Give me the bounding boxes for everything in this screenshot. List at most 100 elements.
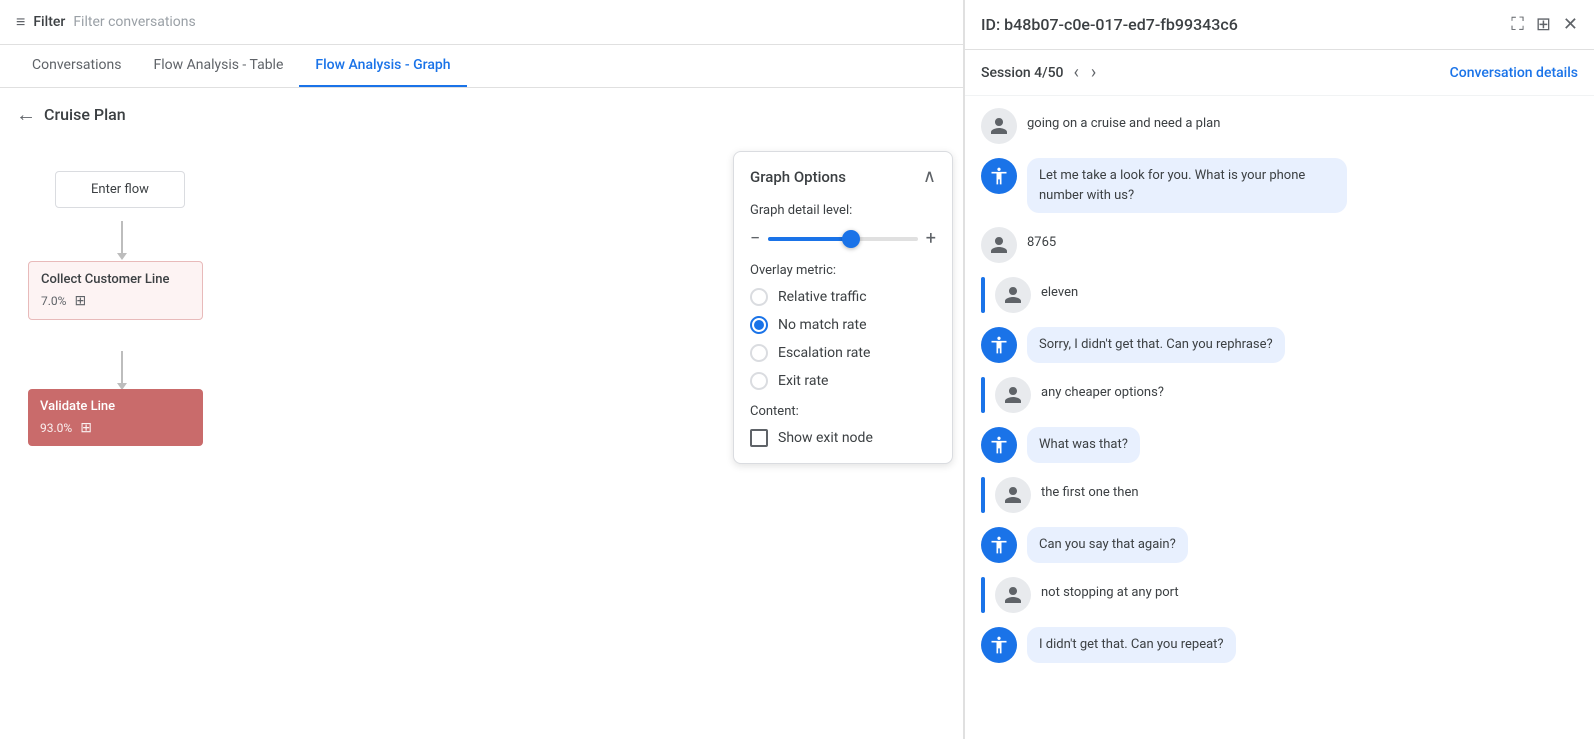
collapse-graph-options-button[interactable]: ∧ <box>923 166 936 187</box>
slider-thumb[interactable] <box>842 230 860 248</box>
right-panel: ID: b48b07-c0e-017-ed7-fb99343c6 ⛶ ⊞ ✕ S… <box>964 0 1594 739</box>
graph-options-panel: Graph Options ∧ Graph detail level: − + … <box>733 151 953 464</box>
escalation-bar <box>981 477 985 513</box>
radio-no-match-rate[interactable]: No match rate <box>750 316 936 334</box>
enter-flow-label: Enter flow <box>91 182 149 197</box>
session-prev-button[interactable]: ‹ <box>1072 60 1081 85</box>
radio-exit-rate[interactable]: Exit rate <box>750 372 936 390</box>
detail-level-slider[interactable] <box>768 237 917 241</box>
avatar <box>981 527 1017 563</box>
message-text: What was that? <box>1027 427 1140 463</box>
left-panel: ≡ Filter Filter conversations Conversati… <box>0 0 964 739</box>
slider-fill <box>768 237 850 241</box>
flow-area: Enter flow Collect Customer Line 7.0% ⊞ … <box>0 141 963 739</box>
filter-icon: ≡ <box>16 12 25 32</box>
validate-node-footer: 93.0% ⊞ <box>40 420 191 436</box>
panel-header-actions: ⛶ ⊞ ✕ <box>1511 14 1578 35</box>
tab-conversations[interactable]: Conversations <box>16 45 137 87</box>
breadcrumb: ← Cruise Plan <box>0 88 963 141</box>
session-next-button[interactable]: › <box>1089 60 1098 85</box>
back-arrow-icon[interactable]: ← <box>16 102 36 127</box>
radio-relative-traffic[interactable]: Relative traffic <box>750 288 936 306</box>
filter-bar: ≡ Filter Filter conversations <box>0 0 963 45</box>
message-row: What was that? <box>981 427 1578 463</box>
layout-icon[interactable]: ⊞ <box>1536 14 1551 35</box>
graph-options-body: Graph detail level: − + Overlay metric: … <box>734 203 952 463</box>
radio-label-relative-traffic: Relative traffic <box>778 289 867 305</box>
message-row: Can you say that again? <box>981 527 1578 563</box>
overlay-metric-radio-group: Relative traffic No match rate Escalatio… <box>750 288 936 390</box>
session-info: Session 4/50 ‹ › <box>981 60 1098 85</box>
radio-escalation-rate[interactable]: Escalation rate <box>750 344 936 362</box>
message-text: Can you say that again? <box>1027 527 1188 563</box>
message-row: 8765 <box>981 227 1578 263</box>
message-row: not stopping at any port <box>981 577 1578 613</box>
validate-node-title: Validate Line <box>40 399 191 414</box>
avatar <box>981 108 1017 144</box>
radio-circle-exit-rate <box>750 372 768 390</box>
message-row: Sorry, I didn't get that. Can you rephra… <box>981 327 1578 363</box>
collect-customer-line-node[interactable]: Collect Customer Line 7.0% ⊞ <box>28 261 203 320</box>
avatar <box>981 158 1017 194</box>
message-text: going on a cruise and need a plan <box>1027 108 1220 134</box>
filter-label: Filter <box>33 14 65 30</box>
radio-label-exit-rate: Exit rate <box>778 373 828 389</box>
validate-node-grid-icon: ⊞ <box>80 420 92 436</box>
message-text: any cheaper options? <box>1041 377 1164 403</box>
message-row: the first one then <box>981 477 1578 513</box>
message-text: I didn't get that. Can you repeat? <box>1027 627 1236 663</box>
content-section: Content: Show exit node <box>750 404 936 447</box>
graph-options-title: Graph Options <box>750 168 846 186</box>
radio-circle-escalation-rate <box>750 344 768 362</box>
show-exit-node-checkbox[interactable]: Show exit node <box>750 429 936 447</box>
escalation-bar <box>981 377 985 413</box>
detail-level-slider-row: − + <box>750 228 936 249</box>
radio-label-escalation-rate: Escalation rate <box>778 345 870 361</box>
message-text: 8765 <box>1027 227 1056 253</box>
detail-level-label: Graph detail level: <box>750 203 936 218</box>
maximize-icon[interactable]: ⛶ <box>1511 14 1524 35</box>
message-text: the first one then <box>1041 477 1139 503</box>
conversation-details-link[interactable]: Conversation details <box>1450 65 1578 81</box>
session-label: Session 4/50 <box>981 65 1064 81</box>
session-nav: Session 4/50 ‹ › Conversation details <box>965 50 1594 96</box>
message-text: Let me take a look for you. What is your… <box>1027 158 1347 213</box>
tabs-bar: Conversations Flow Analysis - Table Flow… <box>0 45 963 88</box>
message-text: eleven <box>1041 277 1078 303</box>
tab-flow-table[interactable]: Flow Analysis - Table <box>137 45 299 87</box>
show-exit-node-label: Show exit node <box>778 430 873 446</box>
content-label: Content: <box>750 404 936 419</box>
message-row: going on a cruise and need a plan <box>981 108 1578 144</box>
conversation-id: ID: b48b07-c0e-017-ed7-fb99343c6 <box>981 15 1238 34</box>
escalation-bar <box>981 277 985 313</box>
arrow-1 <box>117 221 127 260</box>
avatar <box>981 227 1017 263</box>
avatar <box>981 327 1017 363</box>
message-text: not stopping at any port <box>1041 577 1179 603</box>
slider-minus-button[interactable]: − <box>750 228 760 249</box>
message-text: Sorry, I didn't get that. Can you rephra… <box>1027 327 1285 363</box>
arrow-2 <box>117 351 127 390</box>
radio-circle-no-match-rate <box>750 316 768 334</box>
graph-options-header: Graph Options ∧ <box>734 152 952 197</box>
validate-line-node[interactable]: Validate Line 93.0% ⊞ <box>28 389 203 446</box>
collect-node-footer: 7.0% ⊞ <box>41 293 190 309</box>
message-row: Let me take a look for you. What is your… <box>981 158 1578 213</box>
message-row: eleven <box>981 277 1578 313</box>
tab-flow-graph[interactable]: Flow Analysis - Graph <box>299 45 466 87</box>
validate-node-percentage: 93.0% <box>40 421 72 435</box>
enter-flow-node[interactable]: Enter flow <box>55 171 185 208</box>
chat-area: going on a cruise and need a plan Let me … <box>965 96 1594 739</box>
panel-header: ID: b48b07-c0e-017-ed7-fb99343c6 ⛶ ⊞ ✕ <box>965 0 1594 50</box>
close-icon[interactable]: ✕ <box>1563 14 1578 35</box>
avatar <box>995 577 1031 613</box>
avatar <box>995 477 1031 513</box>
slider-plus-button[interactable]: + <box>926 228 936 249</box>
overlay-metric-label: Overlay metric: <box>750 263 936 278</box>
filter-placeholder: Filter conversations <box>73 14 195 30</box>
collect-node-title: Collect Customer Line <box>41 272 190 287</box>
radio-label-no-match-rate: No match rate <box>778 317 867 333</box>
collect-node-percentage: 7.0% <box>41 294 66 308</box>
message-row: any cheaper options? <box>981 377 1578 413</box>
avatar <box>995 277 1031 313</box>
